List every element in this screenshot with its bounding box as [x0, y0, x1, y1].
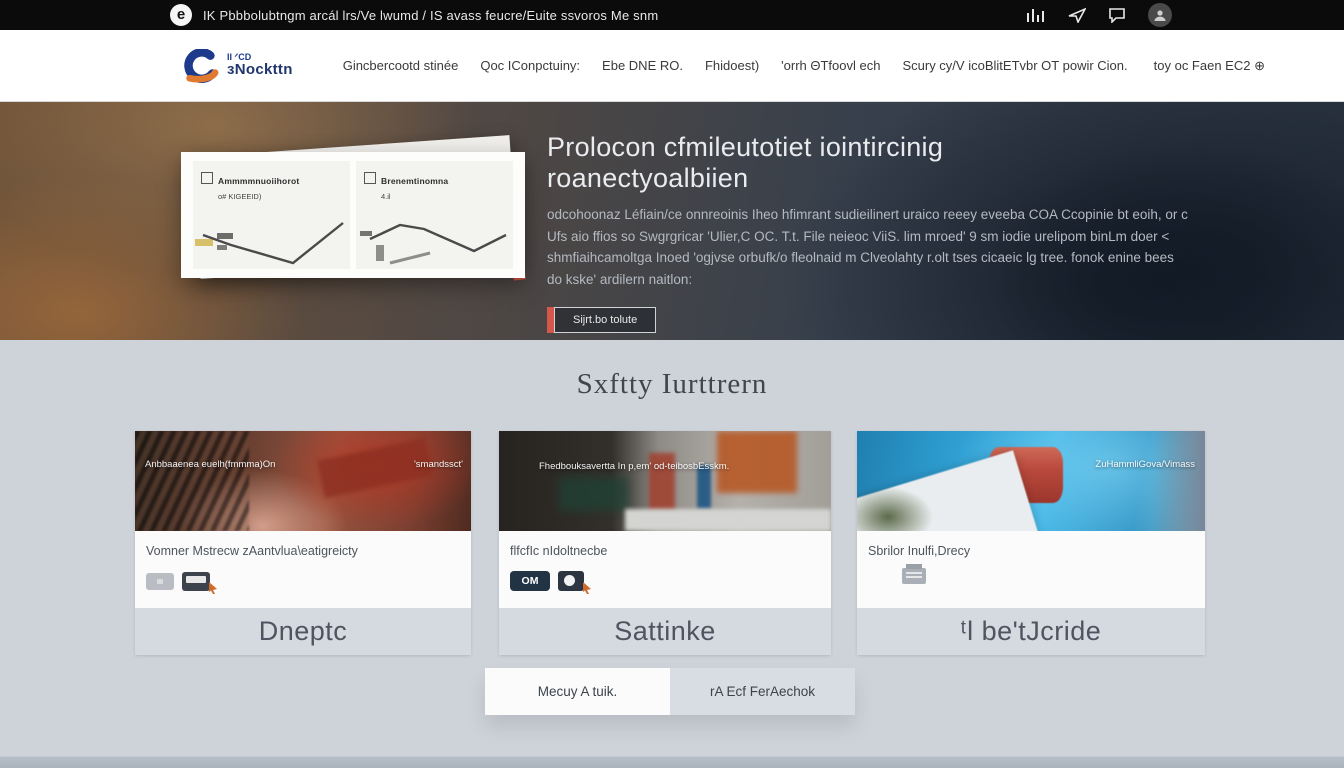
nav-item-0[interactable]: Gincbercootd stinée [343, 58, 459, 73]
card2-image-counter [625, 509, 831, 531]
card3-overlay: ZuHammliGova/Vimass [1095, 459, 1195, 470]
card1-body: Vomner Mstrecw zAantvlua\eatigreicty [135, 531, 471, 608]
card3-icons [868, 568, 1205, 584]
card2-image: Fhedbouksavertta In p,em' od-teibosbEssk… [499, 431, 831, 531]
send-icon[interactable] [1068, 7, 1086, 23]
cursor-click-icon [208, 582, 218, 594]
hero-documents-image: Ammmmnuoiihorot o# KIGEEID) Brenemtinomn… [181, 152, 525, 278]
page: e IK Pbbbolubtngm arcál lrs/Ve lwumd / I… [0, 0, 1344, 768]
main-navbar: II ᐟCD ɜNockttn Gincbercootd stinée Qoc … [0, 30, 1344, 102]
card1-image: Anbbaaenea euelh(fmmma)On 'smandssct' [135, 431, 471, 531]
card2-icons: OM [510, 568, 831, 594]
nav-links: Gincbercootd stinée Qoc IConpctuiny: Ebe… [343, 58, 1012, 73]
hero-paragraph: odcohoonaz Léfiain/ce onnreoinis Iheo hf… [547, 204, 1137, 290]
doc2-title: Brenemtinomna [381, 176, 448, 186]
avatar-icon[interactable] [1148, 3, 1172, 27]
card2-title: Sattinke [614, 616, 716, 647]
cta-red-accent [547, 307, 554, 333]
laptop-icon[interactable] [182, 572, 210, 591]
doc1-subtitle: o# KIGEEID) [218, 192, 299, 201]
cursor-click-icon [582, 582, 592, 594]
topbar-icons [1026, 3, 1172, 27]
doc2-chart-sketch [356, 205, 513, 267]
nav-right-primary[interactable]: Tvbr OT powir Cion. [1012, 58, 1128, 74]
logo-line2: ɜNockttn [227, 62, 293, 78]
nav-item-3[interactable]: Fhidoest) [705, 58, 759, 73]
nav-item-2[interactable]: Ebe DNE RO. [602, 58, 683, 73]
logo-mark-icon [181, 49, 219, 83]
hero-line-2: shmfiaihcamoltga Inoed 'ogjvse orbufk/o … [547, 247, 1137, 269]
card-jcride[interactable]: ZuHammliGova/Vimass Sbrilor Inulfi,Drecy… [857, 431, 1205, 655]
document-icon [201, 172, 213, 184]
card3-meta: Sbrilor Inulfi,Drecy [868, 544, 1205, 558]
nav-item-4[interactable]: 'orrh ΘTfoovl ech [781, 58, 880, 73]
card1-meta: Vomner Mstrecw zAantvlua\eatigreicty [146, 544, 471, 558]
card1-overlay-left: Anbbaaenea euelh(fmmma)On [145, 459, 275, 470]
footer-strip [0, 756, 1344, 768]
camera-icon[interactable] [558, 571, 584, 591]
card-dneptc[interactable]: Anbbaaenea euelh(fmmma)On 'smandssct' Vo… [135, 431, 471, 655]
tab-mecuy[interactable]: Mecuy A tuik. [485, 668, 670, 715]
nav-item-1[interactable]: Qoc IConpctuiny: [480, 58, 580, 73]
content-section: Sxftty Iurttrern Anbbaaenea euelh(fmmma)… [0, 340, 1344, 768]
card1-icons [146, 568, 471, 594]
stats-icon[interactable] [1026, 7, 1046, 23]
om-badge-icon[interactable]: OM [510, 571, 550, 591]
card3-body: Sbrilor Inulfi,Drecy [857, 531, 1205, 608]
hero-section: Ammmmnuoiihorot o# KIGEEID) Brenemtinomn… [0, 102, 1344, 340]
section-title: Sxftty Iurttrern [0, 340, 1344, 401]
card2-meta: flfcfIc nIdoltnecbe [510, 544, 831, 558]
hero-content: Prolocon cfmileutotiet iointircinig roan… [547, 132, 1137, 333]
chat-icon[interactable] [1108, 7, 1126, 23]
doc2-subtitle: 4.il [381, 192, 448, 201]
card2-image-window-glow [559, 477, 629, 511]
card1-footer: Dneptc [135, 608, 471, 655]
nav-right: Tvbr OT powir Cion. toy oc Faen EC2 ⊕ [1012, 58, 1265, 74]
hero-title: Prolocon cfmileutotiet iointircinig roan… [547, 132, 1137, 194]
card2-footer: Sattinke [499, 608, 831, 655]
nav-item-5[interactable]: Scury cy/V icoBlitE [902, 58, 1011, 73]
card3-image-person [1153, 431, 1205, 531]
card3-footer: ᵗl be'tJcride [857, 608, 1205, 655]
topbar: e IK Pbbbolubtngm arcál lrs/Ve lwumd / I… [0, 0, 1344, 30]
logo-text: II ᐟCD ɜNockttn [227, 53, 293, 78]
card2-overlay: Fhedbouksavertta In p,em' od-teibosbEssk… [539, 461, 729, 472]
card1-overlay-right: 'smandssct' [414, 459, 463, 470]
badge-icon[interactable] [146, 573, 174, 590]
nav-right-secondary[interactable]: toy oc Faen EC2 ⊕ [1154, 58, 1265, 74]
doc1-title: Ammmmnuoiihorot [218, 176, 299, 186]
document-icon [364, 172, 376, 184]
bottom-tabs: Mecuy A tuik. rA Ecf FerAechok [485, 668, 855, 715]
card3-image: ZuHammliGova/Vimass [857, 431, 1205, 531]
site-logo[interactable]: II ᐟCD ɜNockttn [181, 49, 293, 83]
hero-line-0: odcohoonaz Léfiain/ce onnreoinis Iheo hf… [547, 204, 1137, 226]
document-preview-1: Ammmmnuoiihorot o# KIGEEID) [193, 161, 350, 269]
topbar-brand-text: IK Pbbbolubtngm arcál lrs/Ve lwumd / IS … [203, 8, 658, 23]
cards-row: Anbbaaenea euelh(fmmma)On 'smandssct' Vo… [135, 431, 1205, 655]
card3-title: ᵗl be'tJcride [961, 616, 1102, 647]
hero-line-1: Ufs aio ffios so Swgrgricar 'Ulier,C OC.… [547, 226, 1137, 248]
card-sattinke[interactable]: Fhedbouksavertta In p,em' od-teibosbEssk… [499, 431, 831, 655]
hero-line-3: do kske' ardilern naitlon: [547, 269, 1137, 291]
hero-cta-wrap: Sijrt.bo tolute [547, 307, 656, 333]
hero-cta-button[interactable]: Sijrt.bo tolute [554, 307, 656, 333]
printer-icon[interactable] [902, 568, 926, 584]
document-preview-2: Brenemtinomna 4.il [356, 161, 513, 269]
doc1-chart-sketch [193, 205, 350, 267]
topbar-logo-icon[interactable]: e [170, 4, 192, 26]
card1-title: Dneptc [259, 616, 348, 647]
tab-feraechok[interactable]: rA Ecf FerAechok [670, 668, 855, 715]
card2-body: flfcfIc nIdoltnecbe OM [499, 531, 831, 608]
card1-image-machinery [135, 431, 249, 531]
